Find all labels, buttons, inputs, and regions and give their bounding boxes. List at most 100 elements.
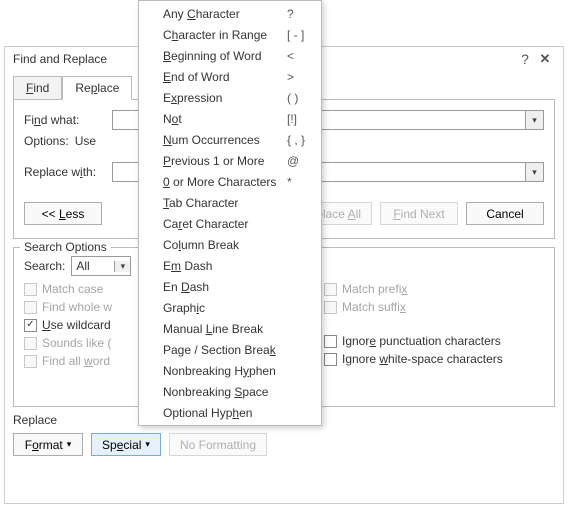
check-label: Ignore punctuation characters: [342, 334, 501, 348]
special-menu-item[interactable]: Tab Character: [139, 192, 321, 213]
less-button[interactable]: << Less: [24, 202, 102, 225]
menu-item-label: Num Occurrences: [163, 133, 287, 147]
menu-item-label: Graphic: [163, 301, 287, 315]
checkbox-icon: [24, 319, 37, 332]
special-menu-item[interactable]: Page / Section Break: [139, 339, 321, 360]
menu-item-label: Beginning of Word: [163, 49, 287, 63]
check-label: Match prefix: [342, 282, 407, 296]
menu-item-shortcut: [!]: [287, 112, 313, 126]
replace-with-dropdown-icon[interactable]: ▾: [525, 163, 543, 181]
special-label: Special: [102, 438, 141, 452]
special-menu-item[interactable]: Character in Range[ - ]: [139, 24, 321, 45]
options-value: Use: [75, 134, 96, 148]
menu-item-label: Column Break: [163, 238, 287, 252]
menu-item-label: Caret Character: [163, 217, 287, 231]
menu-item-shortcut: *: [287, 175, 313, 189]
match-suffix-check: Match suffix: [324, 300, 544, 314]
checkbox-icon: [324, 283, 337, 296]
find-what-label: Find what:: [24, 113, 104, 127]
find-next-button[interactable]: Find Next: [380, 202, 458, 225]
menu-item-label: Previous 1 or More: [163, 154, 287, 168]
help-icon[interactable]: ?: [515, 51, 535, 67]
search-direction-dropdown-icon[interactable]: ▾: [114, 261, 130, 272]
menu-item-label: Nonbreaking Hyphen: [163, 364, 287, 378]
no-formatting-label: No Formatting: [180, 438, 256, 452]
special-menu-item[interactable]: 0 or More Characters*: [139, 171, 321, 192]
checkbox-icon: [324, 353, 337, 366]
special-menu-item[interactable]: Nonbreaking Space: [139, 381, 321, 402]
checkbox-icon: [324, 335, 337, 348]
menu-item-label: Not: [163, 112, 287, 126]
special-menu-item[interactable]: Previous 1 or More@: [139, 150, 321, 171]
menu-item-label: Tab Character: [163, 196, 287, 210]
menu-item-shortcut: ( ): [287, 91, 313, 105]
caret-down-icon: ▾: [145, 439, 150, 450]
special-menu-item[interactable]: Caret Character: [139, 213, 321, 234]
special-menu-item[interactable]: Graphic: [139, 297, 321, 318]
find-what-dropdown-icon[interactable]: ▾: [525, 111, 543, 129]
menu-item-label: 0 or More Characters: [163, 175, 287, 189]
menu-item-label: Manual Line Break: [163, 322, 287, 336]
checkbox-icon: [324, 301, 337, 314]
search-direction-label: Search:: [24, 259, 65, 273]
check-label: Find whole w: [42, 300, 112, 314]
checkbox-icon: [24, 301, 37, 314]
special-menu-item[interactable]: En Dash: [139, 276, 321, 297]
ignore-punctuation-check[interactable]: Ignore punctuation characters: [324, 334, 544, 348]
special-menu-item[interactable]: End of Word>: [139, 66, 321, 87]
menu-item-label: Any Character: [163, 7, 287, 21]
ignore-whitespace-check[interactable]: Ignore white-space characters: [324, 352, 544, 366]
menu-item-label: Optional Hyphen: [163, 406, 287, 420]
special-menu-item[interactable]: Nonbreaking Hyphen: [139, 360, 321, 381]
menu-item-label: End of Word: [163, 70, 287, 84]
format-label: Format: [25, 438, 63, 452]
special-menu-item[interactable]: Any Character?: [139, 3, 321, 24]
tab-find[interactable]: Find: [13, 76, 62, 100]
menu-item-shortcut: <: [287, 49, 313, 63]
special-menu-item[interactable]: Optional Hyphen: [139, 402, 321, 423]
options-label: Options:: [24, 134, 69, 148]
special-menu-item[interactable]: Expression( ): [139, 87, 321, 108]
no-formatting-button[interactable]: No Formatting: [169, 433, 267, 456]
menu-item-shortcut: >: [287, 70, 313, 84]
menu-item-shortcut: @: [287, 154, 313, 168]
tab-replace-label: Replace: [75, 81, 119, 95]
special-menu-item[interactable]: Not[!]: [139, 108, 321, 129]
special-menu-item[interactable]: Num Occurrences{ , }: [139, 129, 321, 150]
check-label: Ignore white-space characters: [342, 352, 503, 366]
search-direction-select[interactable]: All ▾: [71, 256, 131, 276]
menu-item-label: Page / Section Break: [163, 343, 287, 357]
special-menu: Any Character?Character in Range[ - ]Beg…: [138, 0, 322, 426]
checkbox-icon: [24, 283, 37, 296]
cancel-label: Cancel: [486, 207, 523, 221]
caret-down-icon: ▾: [67, 439, 72, 450]
menu-item-label: Character in Range: [163, 28, 287, 42]
tab-replace[interactable]: Replace: [62, 76, 132, 100]
less-button-label: << Less: [42, 207, 85, 221]
menu-item-label: Em Dash: [163, 259, 287, 273]
search-direction-value: All: [72, 259, 114, 273]
tab-find-label: Find: [26, 81, 49, 95]
special-menu-item[interactable]: Beginning of Word<: [139, 45, 321, 66]
special-menu-item[interactable]: Column Break: [139, 234, 321, 255]
format-button[interactable]: Format ▾: [13, 433, 83, 456]
close-icon[interactable]: ✕: [535, 51, 555, 67]
menu-item-label: Expression: [163, 91, 287, 105]
special-button[interactable]: Special ▾: [91, 433, 161, 456]
find-next-label: Find Next: [393, 207, 444, 221]
check-label: Sounds like (: [42, 336, 111, 350]
cancel-button[interactable]: Cancel: [466, 202, 544, 225]
check-label: Match suffix: [342, 300, 406, 314]
checkbox-icon: [24, 337, 37, 350]
special-menu-item[interactable]: Manual Line Break: [139, 318, 321, 339]
search-options-legend: Search Options: [20, 240, 111, 254]
checkbox-icon: [24, 355, 37, 368]
match-prefix-check: Match prefix: [324, 282, 544, 296]
menu-item-shortcut: ?: [287, 7, 313, 21]
menu-item-shortcut: { , }: [287, 133, 313, 147]
menu-item-label: En Dash: [163, 280, 287, 294]
check-label: Match case: [42, 282, 103, 296]
replace-with-label: Replace with:: [24, 165, 104, 179]
special-menu-item[interactable]: Em Dash: [139, 255, 321, 276]
check-label: Find all word: [42, 354, 110, 368]
